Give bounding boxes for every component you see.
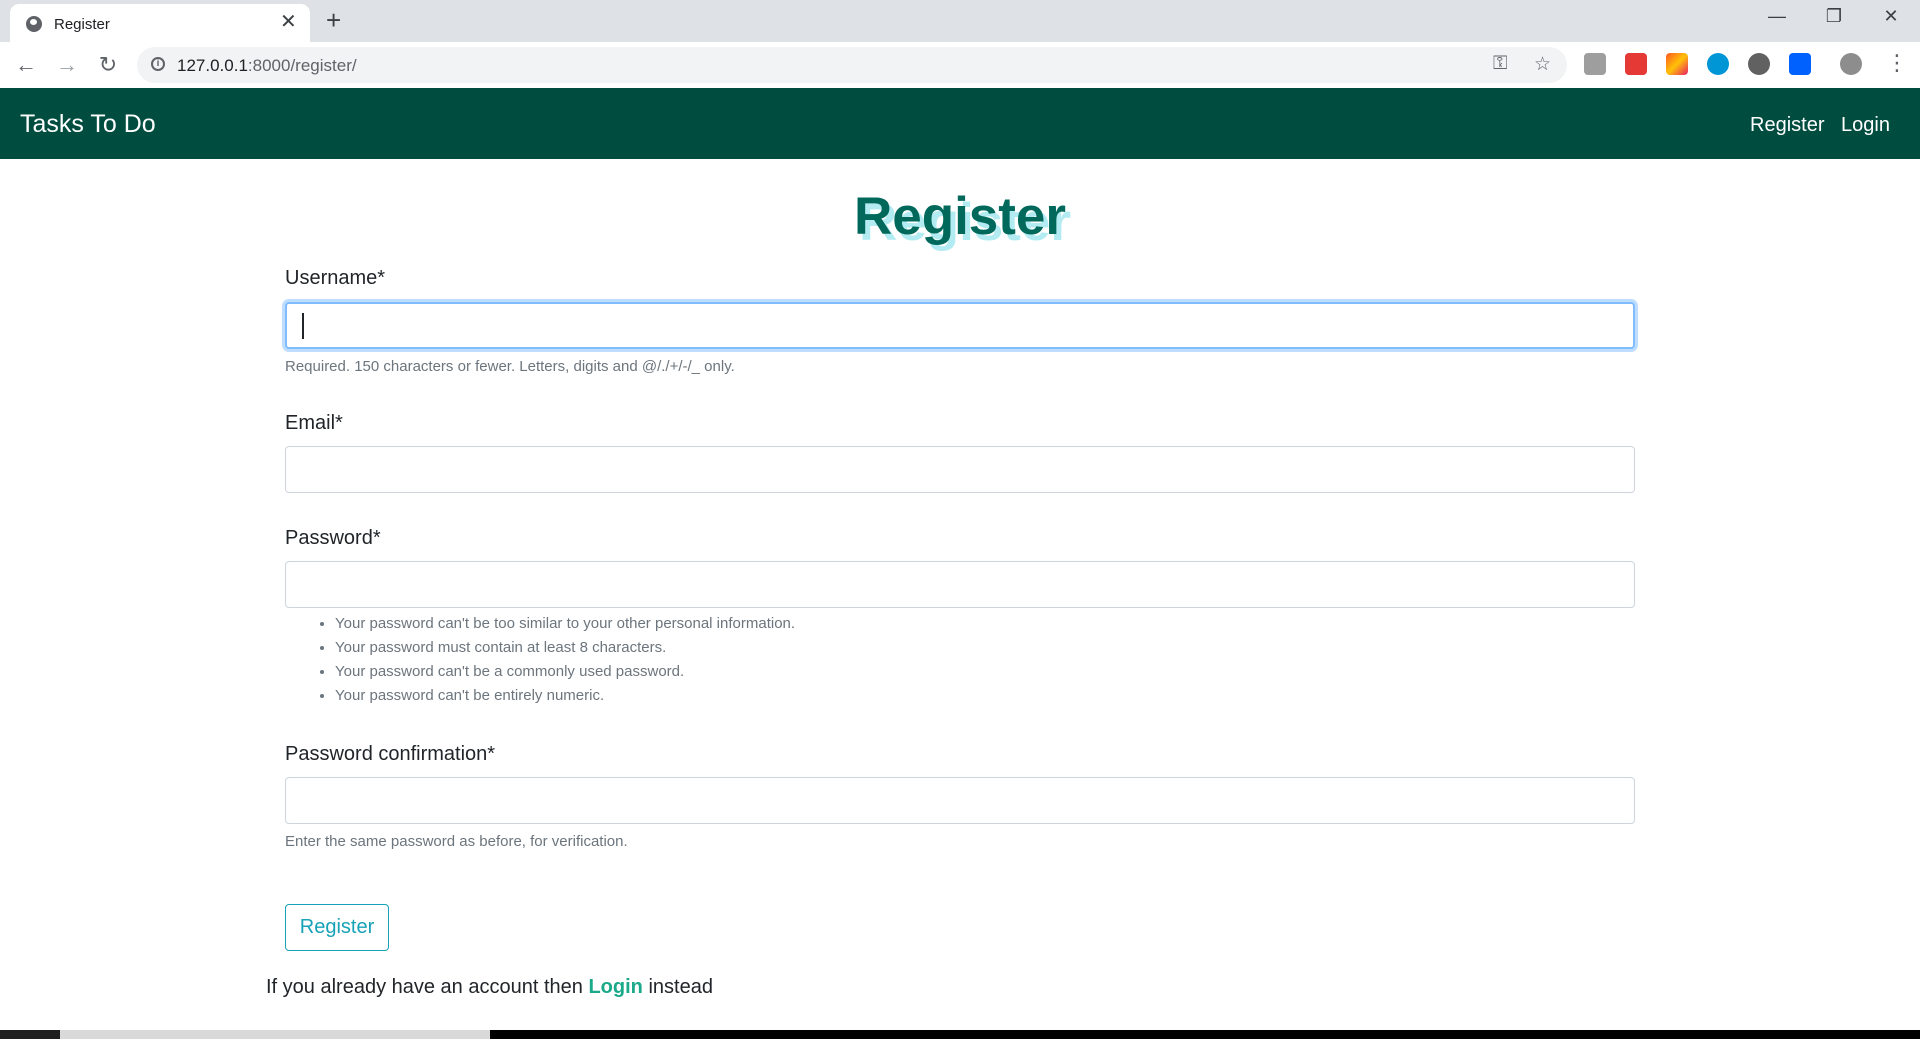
app-navbar: Tasks To Do Register Login	[0, 88, 1920, 159]
star-icon[interactable]: ☆	[1534, 53, 1551, 76]
text-caret	[302, 313, 304, 339]
globe-icon	[26, 16, 42, 32]
username-help-text: Required. 150 characters or fewer. Lette…	[285, 358, 735, 375]
password-label: Password*	[285, 527, 381, 549]
password-confirmation-help-text: Enter the same password as before, for v…	[285, 833, 628, 850]
hp-icon[interactable]	[1707, 53, 1729, 75]
extension-icon-1[interactable]	[1584, 53, 1606, 75]
browser-toolbar: ← → ↻ i 127.0.0.1:8000/register/ ⚿ ☆ ⋮	[0, 42, 1920, 89]
email-input[interactable]	[285, 446, 1635, 493]
minimize-icon[interactable]: —	[1757, 6, 1797, 27]
info-icon[interactable]: i	[151, 57, 165, 71]
extension-icon-3[interactable]	[1666, 53, 1688, 75]
login-link[interactable]: Login	[588, 976, 642, 998]
username-label: Username*	[285, 267, 386, 289]
password-rule: Your password can't be a commonly used p…	[335, 660, 795, 684]
password-rule: Your password can't be too similar to yo…	[335, 612, 795, 636]
reload-icon[interactable]: ↻	[94, 51, 122, 79]
extension-icon-2[interactable]	[1625, 53, 1647, 75]
close-tab-icon[interactable]: ✕	[280, 12, 297, 32]
email-label: Email*	[285, 412, 343, 434]
restore-icon[interactable]: ❐	[1814, 6, 1854, 27]
taskbar-item[interactable]	[60, 1030, 490, 1039]
nav-register-link[interactable]: Register	[1750, 114, 1824, 137]
username-input[interactable]	[285, 302, 1635, 349]
register-button[interactable]: Register	[285, 904, 389, 951]
nav-login-link[interactable]: Login	[1841, 114, 1890, 137]
password-rule: Your password can't be entirely numeric.	[335, 684, 795, 708]
taskbar-area	[490, 1030, 1920, 1039]
browser-tab-strip: Register ✕ + — ❐ ✕	[0, 0, 1920, 42]
back-icon[interactable]: ←	[12, 51, 40, 79]
profile-avatar[interactable]	[1840, 53, 1862, 75]
forward-icon[interactable]: →	[53, 51, 81, 79]
extension-icon-5[interactable]	[1748, 53, 1770, 75]
new-tab-icon[interactable]: +	[326, 6, 341, 34]
brand-link[interactable]: Tasks To Do	[20, 110, 156, 139]
browser-tab[interactable]: Register ✕	[10, 4, 310, 42]
login-prompt: If you already have an account then Logi…	[266, 976, 713, 998]
tab-title: Register	[54, 16, 110, 33]
password-confirmation-label: Password confirmation*	[285, 743, 496, 765]
password-input[interactable]	[285, 561, 1635, 608]
dropbox-icon[interactable]	[1789, 53, 1811, 75]
password-confirmation-input[interactable]	[285, 777, 1635, 824]
url-text: 127.0.0.1:8000/register/	[177, 56, 357, 75]
password-rule: Your password must contain at least 8 ch…	[335, 636, 795, 660]
page-title: Register	[853, 187, 1067, 246]
os-taskbar	[0, 1030, 1920, 1039]
close-window-icon[interactable]: ✕	[1871, 6, 1911, 27]
address-bar[interactable]: i 127.0.0.1:8000/register/ ⚿ ☆	[137, 47, 1567, 83]
browser-menu-icon[interactable]: ⋮	[1886, 50, 1908, 76]
key-icon[interactable]: ⚿	[1493, 53, 1507, 75]
password-rules-list: Your password can't be too similar to yo…	[310, 612, 795, 708]
